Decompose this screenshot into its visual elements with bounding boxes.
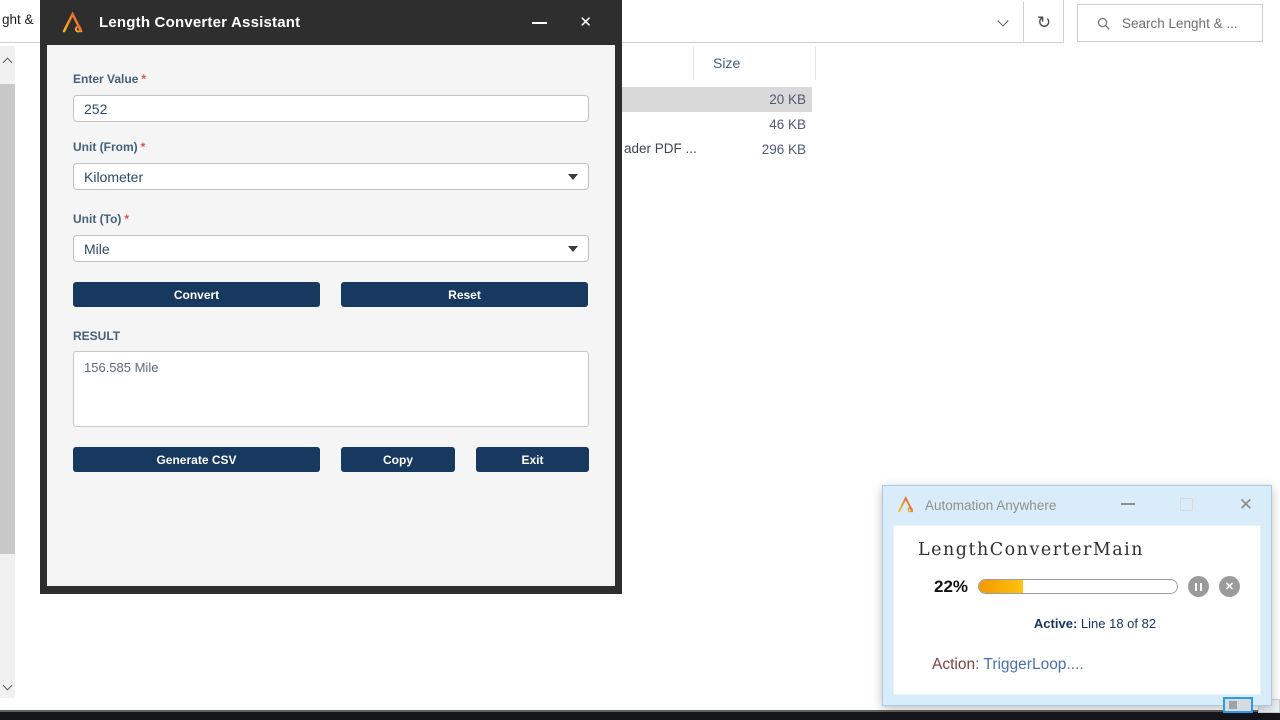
progress-panel: LengthConverterMain 22% ✕ Active: Line 1… — [893, 525, 1261, 695]
progress-bar-fill — [979, 580, 1023, 593]
file-size[interactable]: 46 KB — [660, 112, 806, 137]
automation-anywhere-progress-window: Automation Anywhere ✕ LengthConverterMai… — [882, 485, 1272, 706]
dialog-body: Enter Value * 252 Unit (From) * Kilometer … — [47, 45, 615, 586]
refresh-icon: ↻ — [1036, 12, 1052, 32]
unit-from-value: Kilometer — [84, 168, 144, 185]
address-path-fragment: ght & — [2, 12, 34, 27]
progress-bar — [978, 579, 1179, 594]
taskbar-edge[interactable] — [0, 710, 1280, 720]
generate-csv-button[interactable]: Generate CSV — [73, 447, 320, 472]
active-line-status: Active: Line 18 of 82 — [894, 616, 1260, 631]
required-asterisk: * — [124, 212, 130, 226]
automation-anywhere-logo-icon — [898, 496, 914, 513]
unit-from-label: Unit (From) * — [73, 140, 146, 154]
close-icon[interactable]: ✕ — [579, 15, 592, 30]
address-bar-divider — [1023, 2, 1024, 43]
unit-to-label: Unit (To) * — [73, 212, 130, 226]
refresh-button[interactable]: ↻ — [1026, 4, 1062, 41]
progress-window-title: Automation Anywhere — [925, 497, 1057, 513]
value-input[interactable]: 252 — [73, 95, 589, 122]
size-column-header[interactable]: Size — [713, 55, 740, 71]
scroll-down-icon[interactable] — [2, 680, 12, 691]
magnifier-icon — [1097, 17, 1110, 30]
column-divider[interactable] — [693, 47, 694, 80]
file-name-fragment[interactable]: ader PDF ... — [624, 141, 697, 156]
tray-icon-active[interactable] — [1223, 697, 1253, 713]
active-value: Line 18 of 82 — [1077, 616, 1157, 631]
result-output: 156.585 Mile — [73, 351, 589, 427]
scroll-up-icon[interactable] — [2, 57, 12, 68]
close-icon[interactable]: ✕ — [1239, 496, 1253, 513]
action-label: Action — [932, 656, 976, 673]
copy-button[interactable]: Copy — [341, 447, 455, 472]
progress-percent: 22% — [934, 576, 969, 596]
action-status: Action: TriggerLoop.... — [932, 656, 1084, 674]
vertical-scrollbar[interactable] — [0, 46, 15, 698]
bot-name: LengthConverterMain — [918, 540, 1145, 560]
dropdown-caret-icon — [568, 245, 578, 252]
exit-button[interactable]: Exit — [476, 447, 589, 472]
maximize-icon[interactable] — [1180, 497, 1194, 511]
reset-button[interactable]: Reset — [341, 282, 588, 307]
dialog-title: Length Converter Assistant — [99, 14, 301, 31]
convert-button[interactable]: Convert — [73, 282, 320, 307]
automation-anywhere-logo-icon — [62, 10, 83, 33]
scrollbar-thumb[interactable] — [0, 84, 15, 554]
unit-to-value: Mile — [84, 240, 110, 257]
pause-button[interactable] — [1188, 576, 1210, 597]
enter-value-label: Enter Value * — [73, 72, 147, 86]
tray-glyph — [1229, 701, 1237, 709]
column-divider[interactable] — [815, 47, 816, 80]
search-placeholder: Search Lenght & ... — [1122, 15, 1238, 31]
minimize-icon[interactable] — [1121, 503, 1135, 505]
result-label: RESULT — [73, 329, 121, 343]
required-asterisk: * — [140, 140, 146, 154]
required-asterisk: * — [141, 72, 147, 86]
dropdown-caret-icon — [568, 173, 578, 180]
active-label: Active: — [1033, 616, 1078, 631]
length-converter-dialog: Length Converter Assistant ✕ Enter Value… — [40, 0, 622, 594]
search-input[interactable]: Search Lenght & ... — [1077, 4, 1263, 42]
unit-to-select[interactable]: Mile — [73, 235, 589, 262]
unit-from-select[interactable]: Kilometer — [73, 163, 589, 190]
minimize-icon[interactable] — [532, 21, 548, 24]
action-value: : TriggerLoop.... — [975, 656, 1084, 673]
stop-button[interactable]: ✕ — [1219, 576, 1241, 597]
file-size[interactable]: 20 KB — [660, 87, 806, 112]
